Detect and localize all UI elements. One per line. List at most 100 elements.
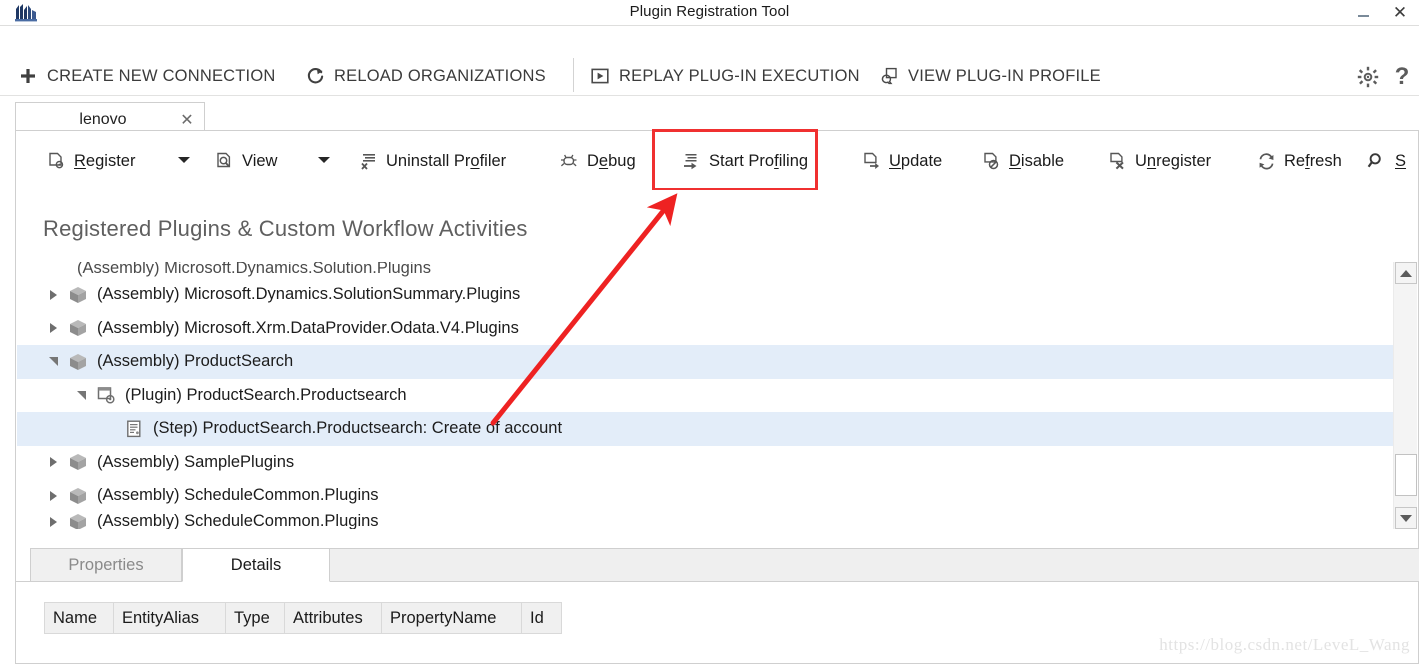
chevron-down-icon[interactable] bbox=[73, 387, 89, 403]
tab-details[interactable]: Details bbox=[182, 548, 330, 582]
tree-row[interactable]: (Assembly) Microsoft.Xrm.DataProvider.Od… bbox=[17, 312, 1395, 346]
plugin-tree[interactable]: (Assembly) Microsoft.Dynamics.Solution.P… bbox=[17, 262, 1395, 529]
minimize-button[interactable] bbox=[1346, 0, 1380, 26]
tab-strip-filler bbox=[330, 548, 1419, 582]
question-mark-icon[interactable]: ? bbox=[1389, 63, 1415, 90]
assembly-package-icon bbox=[67, 451, 89, 473]
tree-row-label: (Assembly) SamplePlugins bbox=[97, 452, 295, 471]
tree-row-label: (Assembly) Microsoft.Dynamics.SolutionSu… bbox=[97, 285, 521, 304]
start-profiling-button[interactable]: Start Profiling bbox=[681, 149, 808, 173]
uninstall-profiler-label: Uninstall Profiler bbox=[386, 151, 507, 170]
disable-icon bbox=[981, 151, 1001, 171]
tree-row[interactable]: (Assembly) SamplePlugins bbox=[17, 446, 1395, 480]
watermark-text: https://blog.csdn.net/LeveL_Wang bbox=[1159, 635, 1410, 654]
title-bar: Plugin Registration Tool ✕ bbox=[0, 0, 1419, 26]
refresh-icon bbox=[305, 66, 325, 86]
tab-details-label: Details bbox=[230, 555, 282, 574]
tree-row-label: (Plugin) ProductSearch.Productsearch bbox=[125, 385, 407, 404]
plugin-toolbar: Register View Uninstall Profiler Debug S… bbox=[15, 130, 1419, 190]
tree-row-label: (Assembly) ScheduleCommon.Plugins bbox=[97, 512, 379, 530]
view-label: View bbox=[242, 151, 278, 170]
view-plugin-profile-button[interactable]: VIEW PLUG-IN PROFILE bbox=[879, 64, 1101, 88]
tree-row[interactable]: (Assembly) ScheduleCommon.Plugins bbox=[17, 512, 1395, 530]
reload-organizations-label: RELOAD ORGANIZATIONS bbox=[334, 66, 546, 85]
reload-organizations-button[interactable]: RELOAD ORGANIZATIONS bbox=[305, 64, 546, 88]
start-profiling-label: Start Profiling bbox=[709, 151, 809, 170]
unregister-label: Unregister bbox=[1135, 151, 1212, 170]
debug-label: Debug bbox=[587, 151, 636, 170]
view-button[interactable]: View bbox=[214, 149, 277, 173]
register-button[interactable]: Register bbox=[46, 149, 135, 173]
column-header-propertyname[interactable]: PropertyName bbox=[382, 602, 522, 634]
assembly-package-icon bbox=[67, 284, 89, 306]
start-profiling-icon bbox=[681, 151, 701, 171]
view-plugin-profile-label: VIEW PLUG-IN PROFILE bbox=[908, 66, 1101, 85]
chevron-right-icon[interactable] bbox=[45, 488, 61, 504]
uninstall-profiler-button[interactable]: Uninstall Profiler bbox=[358, 149, 506, 173]
refresh-button[interactable]: Refresh bbox=[1256, 149, 1342, 173]
chevron-down-icon[interactable] bbox=[45, 354, 61, 370]
column-header-id[interactable]: Id bbox=[522, 602, 562, 634]
create-new-connection-label: CREATE NEW CONNECTION bbox=[47, 66, 276, 85]
assembly-package-icon bbox=[67, 485, 89, 507]
replay-plugin-execution-label: REPLAY PLUG-IN EXECUTION bbox=[619, 66, 860, 85]
register-page-icon bbox=[46, 151, 66, 171]
plugin-gear-icon bbox=[95, 384, 117, 406]
chevron-right-icon[interactable] bbox=[45, 287, 61, 303]
tree-row[interactable]: (Step) ProductSearch.Productsearch: Crea… bbox=[17, 412, 1395, 446]
play-box-icon bbox=[590, 66, 610, 86]
unregister-button[interactable]: Unregister bbox=[1107, 149, 1211, 173]
tree-row-label: (Assembly) Microsoft.Xrm.DataProvider.Od… bbox=[97, 318, 519, 337]
tree-row[interactable]: (Assembly) ProductSearch bbox=[17, 345, 1395, 379]
chevron-right-icon[interactable] bbox=[45, 514, 61, 530]
create-new-connection-button[interactable]: CREATE NEW CONNECTION bbox=[18, 64, 275, 88]
scrollbar-thumb[interactable] bbox=[1395, 454, 1417, 496]
register-label: Register bbox=[74, 151, 136, 170]
details-tab-strip: Properties Details bbox=[16, 548, 1419, 582]
search-button[interactable]: S bbox=[1367, 149, 1406, 173]
column-header-attributes[interactable]: Attributes bbox=[285, 602, 382, 634]
debug-icon bbox=[559, 151, 579, 171]
details-grid-header: Name EntityAlias Type Attributes Propert… bbox=[44, 602, 562, 634]
debug-button[interactable]: Debug bbox=[559, 149, 636, 173]
tree-row-label: (Step) ProductSearch.Productsearch: Crea… bbox=[153, 419, 563, 438]
search-label: S bbox=[1395, 151, 1407, 170]
scroll-up-arrow-icon[interactable] bbox=[1395, 262, 1417, 284]
unregister-icon bbox=[1107, 151, 1127, 171]
search-magnifier-icon bbox=[1367, 151, 1387, 171]
register-dropdown-caret[interactable] bbox=[178, 157, 190, 165]
column-header-name[interactable]: Name bbox=[44, 602, 114, 634]
plus-icon bbox=[18, 66, 38, 86]
refresh-label: Refresh bbox=[1284, 151, 1342, 170]
tree-row[interactable]: (Assembly) Microsoft.Dynamics.SolutionSu… bbox=[17, 278, 1395, 312]
gear-icon[interactable] bbox=[1355, 64, 1381, 90]
tree-row-label: (Assembly) ScheduleCommon.Plugins bbox=[97, 486, 379, 505]
chevron-right-icon[interactable] bbox=[45, 454, 61, 470]
column-header-type[interactable]: Type bbox=[226, 602, 285, 634]
close-icon[interactable]: ✕ bbox=[170, 110, 204, 130]
registered-plugins-panel: Registered Plugins & Custom Workflow Act… bbox=[15, 190, 1419, 540]
disable-label: Disable bbox=[1009, 151, 1065, 170]
chevron-right-icon[interactable] bbox=[45, 320, 61, 336]
scroll-down-arrow-icon[interactable] bbox=[1395, 507, 1417, 529]
disable-button[interactable]: Disable bbox=[981, 149, 1064, 173]
tree-vertical-scrollbar[interactable] bbox=[1393, 262, 1417, 529]
tab-properties[interactable]: Properties bbox=[30, 548, 182, 582]
column-header-entityalias[interactable]: EntityAlias bbox=[114, 602, 226, 634]
command-bar-separator bbox=[573, 58, 574, 92]
tree-row-label: (Assembly) ProductSearch bbox=[97, 352, 294, 371]
tree-row[interactable]: (Assembly) ScheduleCommon.Plugins bbox=[17, 479, 1395, 513]
tree-row[interactable]: (Plugin) ProductSearch.Productsearch bbox=[17, 379, 1395, 413]
replay-plugin-execution-button[interactable]: REPLAY PLUG-IN EXECUTION bbox=[590, 64, 860, 88]
view-dropdown-caret[interactable] bbox=[318, 157, 330, 165]
view-magnifier-icon bbox=[214, 151, 234, 171]
update-button[interactable]: Update bbox=[861, 149, 942, 173]
assembly-package-icon bbox=[67, 351, 89, 373]
page-title: Registered Plugins & Custom Workflow Act… bbox=[43, 216, 528, 241]
tree-row[interactable]: (Assembly) Microsoft.Dynamics.Solution.P… bbox=[17, 262, 1395, 278]
window-title: Plugin Registration Tool bbox=[629, 3, 790, 20]
close-button[interactable]: ✕ bbox=[1383, 0, 1417, 26]
connection-tab-label: lenovo bbox=[79, 110, 127, 128]
assembly-package-icon bbox=[67, 317, 89, 339]
